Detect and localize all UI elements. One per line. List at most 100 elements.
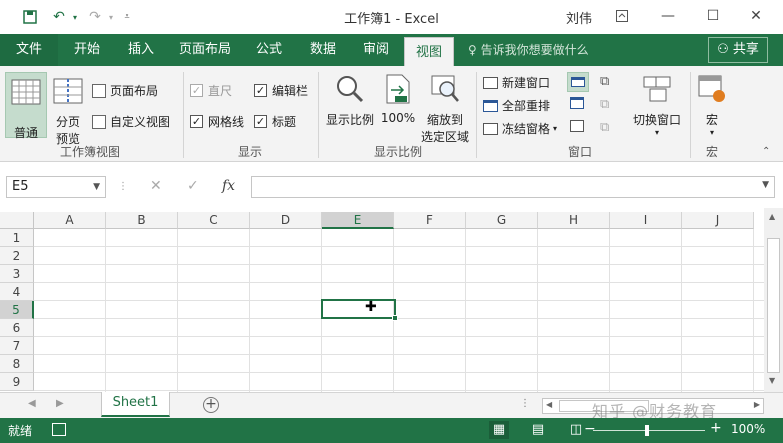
grid-row-line xyxy=(34,264,764,265)
freeze-panes-button[interactable]: 冻结窗格 ▾ xyxy=(483,120,557,137)
normal-view-button[interactable]: 普通 xyxy=(5,72,47,140)
zoom-out-icon[interactable]: − xyxy=(584,421,596,437)
ribbon-display-options-icon[interactable] xyxy=(609,5,635,27)
separator xyxy=(690,72,691,158)
insert-function-icon[interactable]: fx xyxy=(222,178,235,194)
collapse-ribbon-icon[interactable]: ⌃ xyxy=(762,146,770,157)
row-header-1[interactable]: 1 xyxy=(0,229,34,247)
formula-bar-label: 编辑栏 xyxy=(272,84,309,98)
zoom-label: 显示比例 xyxy=(325,113,374,127)
enter-icon[interactable]: ✓ xyxy=(187,178,199,194)
selected-cell[interactable]: ✚ xyxy=(321,299,398,321)
tab-home[interactable]: 开始 xyxy=(62,34,112,66)
close-icon[interactable]: ✕ xyxy=(743,5,769,27)
unhide-button[interactable] xyxy=(570,120,584,132)
custom-views-icon xyxy=(92,114,106,129)
zoom-slider-thumb[interactable] xyxy=(645,425,649,436)
normal-view-status-icon[interactable]: ▦ xyxy=(489,421,509,439)
row-header-8[interactable]: 8 xyxy=(0,355,34,373)
headings-checkbox[interactable]: ✓ 标题 xyxy=(254,113,296,130)
column-header-g[interactable]: G xyxy=(466,212,538,229)
split-button[interactable] xyxy=(567,72,589,92)
tab-file[interactable]: 文件 xyxy=(0,34,58,66)
arrange-all-button[interactable]: 全部重排 xyxy=(483,97,550,114)
zoom-level[interactable]: 100% xyxy=(731,422,765,436)
row-header-3[interactable]: 3 xyxy=(0,265,34,283)
scroll-left-icon[interactable]: ◀ xyxy=(546,400,552,409)
page-break-preview-button[interactable]: 分页 预览 xyxy=(50,76,86,147)
cancel-icon[interactable]: ✕ xyxy=(150,178,162,194)
column-header-j[interactable]: J xyxy=(682,212,754,229)
maximize-icon[interactable]: ☐ xyxy=(700,5,726,27)
select-all-corner[interactable] xyxy=(0,212,34,229)
macro-record-icon[interactable] xyxy=(52,423,66,436)
row-header-9[interactable]: 9 xyxy=(0,373,34,391)
fill-handle[interactable] xyxy=(392,315,398,321)
scroll-right-icon[interactable]: ▶ xyxy=(754,400,760,409)
column-header-d[interactable]: D xyxy=(250,212,322,229)
synchronous-scrolling-icon[interactable]: ⧉ xyxy=(600,97,609,112)
formula-input[interactable]: ▼ xyxy=(251,176,775,198)
expand-formula-bar-icon[interactable]: ▼ xyxy=(762,180,769,190)
reset-window-position-icon[interactable]: ⧉ xyxy=(600,120,609,135)
column-header-i[interactable]: I xyxy=(610,212,682,229)
tab-view[interactable]: 视图 xyxy=(404,37,454,66)
row-header-7[interactable]: 7 xyxy=(0,337,34,355)
tab-page-layout[interactable]: 页面布局 xyxy=(170,34,240,66)
formula-bar-checkbox[interactable]: ✓ 编辑栏 xyxy=(254,82,308,99)
separator xyxy=(183,72,184,158)
hide-button[interactable] xyxy=(570,97,584,109)
tab-data[interactable]: 数据 xyxy=(298,34,348,66)
new-window-button[interactable]: 新建窗口 xyxy=(483,74,550,91)
column-header-b[interactable]: B xyxy=(106,212,178,229)
page-break-icon xyxy=(53,78,83,104)
column-header-c[interactable]: C xyxy=(178,212,250,229)
switch-windows-button[interactable]: 切换窗口 ▾ xyxy=(626,74,688,137)
row-header-5[interactable]: 5 xyxy=(0,301,34,319)
add-sheet-icon[interactable]: + xyxy=(203,397,219,413)
gridlines-checkbox[interactable]: ✓ 网格线 xyxy=(190,113,244,130)
zoom-in-icon[interactable]: + xyxy=(710,420,722,436)
column-header-e[interactable]: E xyxy=(322,212,394,229)
tab-split-handle-icon[interactable]: ⋮ xyxy=(520,398,530,409)
scroll-sheets-left-icon[interactable]: ◀ xyxy=(28,398,36,409)
normal-view-label: 普通 xyxy=(13,126,38,140)
row-header-4[interactable]: 4 xyxy=(0,283,34,301)
row-header-2[interactable]: 2 xyxy=(0,247,34,265)
zoom-to-selection-button[interactable]: 缩放到 选定区域 xyxy=(418,74,472,145)
group-label-show: 显示 xyxy=(237,145,262,159)
macros-button[interactable]: 宏 ▾ xyxy=(694,74,730,137)
tab-review[interactable]: 审阅 xyxy=(352,34,400,66)
user-name[interactable]: 刘伟 xyxy=(566,8,592,27)
column-header-f[interactable]: F xyxy=(394,212,466,229)
zoom-button[interactable]: 显示比例 xyxy=(324,74,376,128)
custom-views-button[interactable]: 自定义视图 xyxy=(92,113,170,130)
freeze-panes-label: 冻结窗格 xyxy=(502,122,551,136)
zoom-100-button[interactable]: 100% xyxy=(380,74,416,125)
page-break-status-icon[interactable]: ◫ xyxy=(566,421,586,439)
row-header-6[interactable]: 6 xyxy=(0,319,34,337)
page-layout-view-button[interactable]: 页面布局 xyxy=(92,82,158,99)
share-button[interactable]: ⚇ 共享 xyxy=(708,37,768,63)
arrange-all-label: 全部重排 xyxy=(502,99,551,113)
vertical-scrollbar[interactable]: ▲ ▼ xyxy=(764,208,783,392)
column-header-a[interactable]: A xyxy=(34,212,106,229)
scroll-down-icon[interactable]: ▼ xyxy=(769,376,775,385)
chevron-down-icon[interactable]: ▼ xyxy=(93,177,100,197)
sheet-tab[interactable]: Sheet1 xyxy=(101,392,170,417)
page-layout-status-icon[interactable]: ▤ xyxy=(528,421,548,439)
column-header-h[interactable]: H xyxy=(538,212,610,229)
scroll-sheets-right-icon[interactable]: ▶ xyxy=(56,398,64,409)
tab-formulas[interactable]: 公式 xyxy=(244,34,294,66)
macros-icon xyxy=(698,75,725,102)
freeze-panes-icon xyxy=(483,122,498,135)
scroll-up-icon[interactable]: ▲ xyxy=(769,212,775,221)
tell-me-box[interactable]: ♀ 告诉我你想要做什么 xyxy=(468,34,589,66)
zoom-slider[interactable] xyxy=(593,425,705,436)
ruler-checkbox[interactable]: ✓ 直尺 xyxy=(190,82,232,99)
minimize-icon[interactable]: — xyxy=(655,5,681,27)
view-side-by-side-icon[interactable]: ⧉ xyxy=(600,74,609,89)
name-box[interactable]: E5 ▼ xyxy=(6,176,106,198)
tab-insert[interactable]: 插入 xyxy=(116,34,166,66)
vertical-scroll-thumb[interactable] xyxy=(767,238,780,373)
